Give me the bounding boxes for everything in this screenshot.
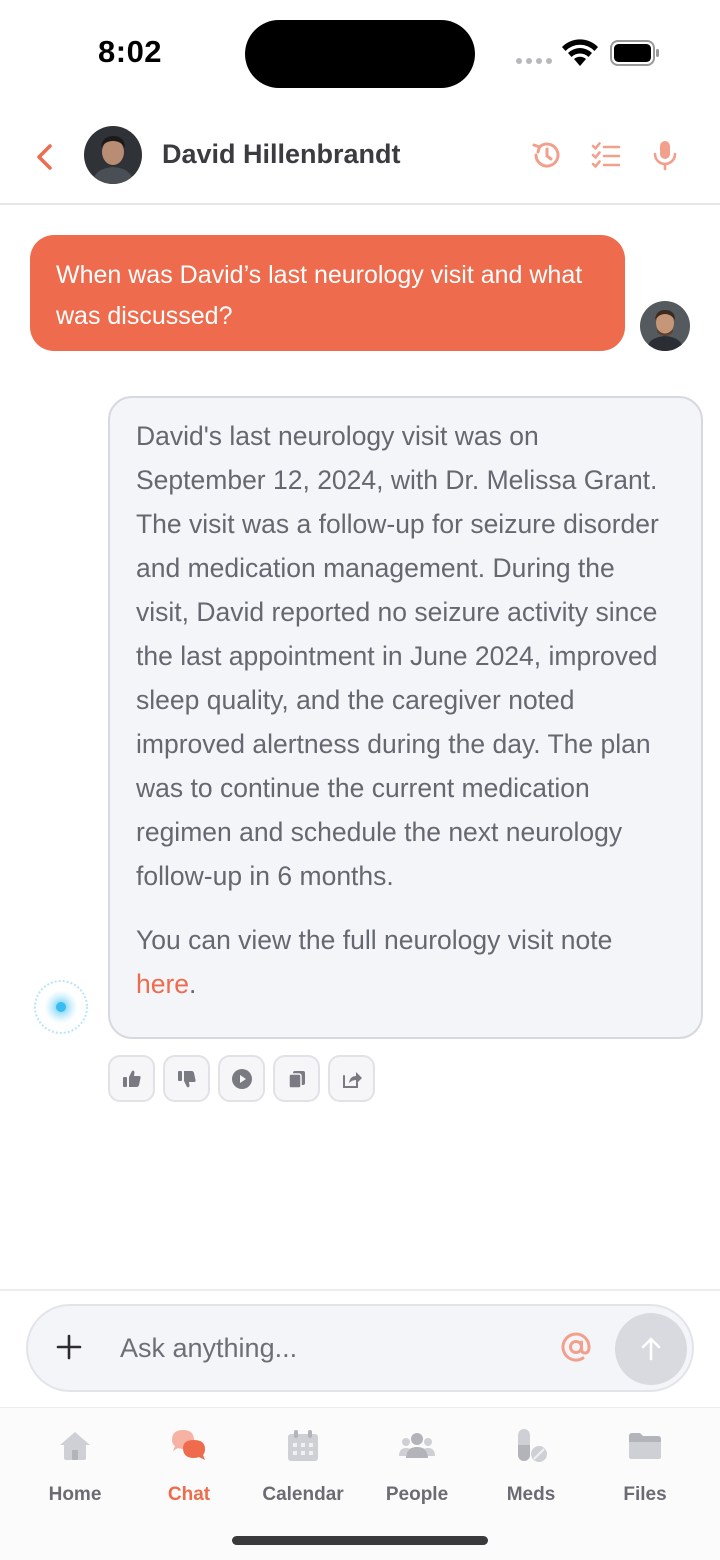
home-icon: [60, 1432, 90, 1460]
contact-avatar[interactable]: [84, 126, 142, 184]
back-button[interactable]: [30, 137, 60, 177]
tab-meds[interactable]: Meds: [476, 1426, 586, 1506]
thumbs-down-icon: [177, 1070, 196, 1087]
message-actions: [108, 1055, 375, 1102]
contact-name: David Hillenbrandt: [162, 139, 401, 169]
ai-response-bubble: David's last neurology visit was on Sept…: [108, 396, 703, 1039]
user-avatar: [640, 301, 690, 351]
tab-chat[interactable]: Chat: [134, 1426, 244, 1506]
thumbs-up-icon: [122, 1070, 141, 1087]
battery-icon: [610, 40, 659, 66]
ask-input[interactable]: [120, 1328, 540, 1368]
share-icon: [342, 1071, 362, 1088]
send-button[interactable]: [615, 1313, 687, 1385]
checklist-icon[interactable]: [589, 138, 623, 172]
status-time: 8:02: [98, 34, 163, 69]
user-message-text: When was David’s last neurology visit an…: [56, 261, 583, 330]
tab-people[interactable]: People: [362, 1426, 472, 1506]
chat-header: David Hillenbrandt: [0, 105, 720, 205]
ai-response-paragraph: David's last neurology visit was on Sept…: [136, 421, 659, 891]
tab-label: Home: [48, 1484, 102, 1505]
wifi-icon: [562, 39, 598, 66]
status-bar: 8:02: [0, 0, 720, 105]
tab-label: Meds: [506, 1484, 556, 1505]
arrow-up-icon: [641, 1337, 661, 1361]
thumbs-up-button[interactable]: [108, 1055, 155, 1102]
tab-files[interactable]: Files: [590, 1426, 700, 1506]
pill-icon: [518, 1429, 547, 1462]
calendar-icon: [288, 1430, 318, 1461]
dynamic-island: [245, 20, 475, 88]
ai-response-paragraph-link: You can view the full neurology visit no…: [136, 918, 675, 1006]
folder-icon: [629, 1433, 661, 1459]
ai-assistant-orb-icon: [34, 980, 88, 1034]
user-message-bubble: When was David’s last neurology visit an…: [30, 235, 625, 351]
ai-link-prefix: You can view the full neurology visit no…: [136, 925, 613, 955]
copy-icon: [287, 1070, 305, 1089]
thumbs-down-button[interactable]: [163, 1055, 210, 1102]
tab-label: Files: [623, 1484, 667, 1505]
visit-note-link[interactable]: here: [136, 969, 189, 999]
copy-button[interactable]: [273, 1055, 320, 1102]
chat-icon: [172, 1430, 205, 1460]
cellular-signal-icon: [516, 58, 552, 64]
play-audio-button[interactable]: [218, 1055, 265, 1102]
ai-link-suffix: .: [189, 969, 197, 999]
mention-button[interactable]: [558, 1329, 594, 1365]
tab-bar: Home Chat Calendar People Meds Files: [0, 1407, 720, 1560]
microphone-icon[interactable]: [648, 138, 682, 172]
tab-label: Chat: [167, 1484, 211, 1505]
tab-calendar[interactable]: Calendar: [248, 1426, 358, 1506]
tab-label: People: [385, 1484, 449, 1505]
share-button[interactable]: [328, 1055, 375, 1102]
people-icon: [399, 1433, 435, 1458]
tab-label: Calendar: [262, 1484, 344, 1505]
add-attachment-button[interactable]: [54, 1332, 84, 1362]
play-icon: [231, 1068, 252, 1089]
home-indicator[interactable]: [232, 1536, 488, 1545]
history-icon[interactable]: [530, 138, 564, 172]
tab-home[interactable]: Home: [20, 1426, 130, 1506]
composer-area: [0, 1289, 720, 1407]
composer: [26, 1304, 694, 1392]
